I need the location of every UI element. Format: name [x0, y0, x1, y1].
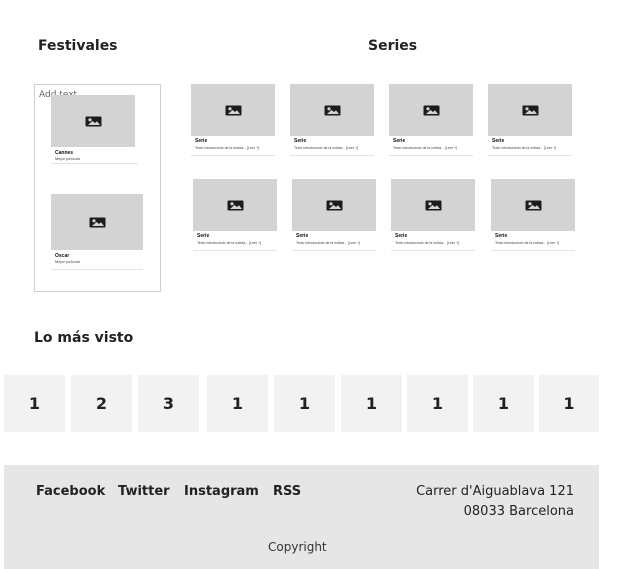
series-thumb — [491, 179, 575, 231]
footer-link-twitter[interactable]: Twitter — [118, 484, 170, 499]
series-title: Serie — [495, 233, 508, 239]
ranking-number: 1 — [431, 394, 444, 413]
series-title: Serie — [395, 233, 408, 239]
series-heading: Series — [368, 38, 418, 54]
series-desc: Texto introductorio de la noticia... [Le… — [294, 146, 359, 150]
series-caption: Serie Texto introductorio de la noticia.… — [290, 136, 374, 156]
series-desc: Texto introductorio de la noticia... [Le… — [296, 241, 361, 245]
series-card[interactable]: Serie Texto introductorio de la noticia.… — [292, 179, 376, 251]
image-icon — [522, 105, 538, 115]
series-card[interactable]: Serie Texto introductorio de la noticia.… — [391, 179, 475, 251]
festival-desc: Mejor película — [55, 156, 80, 161]
festival-desc: Mejor película — [55, 259, 80, 264]
image-icon — [225, 105, 241, 115]
series-thumb — [391, 179, 475, 231]
image-icon — [324, 105, 340, 115]
series-desc: Texto introductorio de la noticia... [Le… — [197, 241, 262, 245]
ranking-number: 3 — [162, 394, 175, 413]
ranking-tile[interactable]: 1 — [407, 375, 468, 432]
festivales-heading: Festivales — [38, 38, 118, 54]
ranking-tile[interactable]: 1 — [207, 375, 268, 432]
image-icon — [326, 200, 342, 210]
series-card[interactable]: Serie Texto introductorio de la noticia.… — [389, 84, 473, 156]
festivales-panel: Add text Cannes Mejor película Oscar Mej… — [34, 84, 161, 292]
series-thumb — [193, 179, 277, 231]
series-title: Serie — [294, 138, 307, 144]
ranking-number: 1 — [497, 394, 510, 413]
festival-card-cannes[interactable]: Cannes Mejor película — [51, 95, 138, 167]
series-caption: Serie Texto introductorio de la noticia.… — [389, 136, 473, 156]
series-thumb — [292, 179, 376, 231]
ranking-number: 2 — [95, 394, 108, 413]
ranking-number: 1 — [365, 394, 378, 413]
series-caption: Serie Texto introductorio de la noticia.… — [292, 231, 376, 251]
lo-mas-visto-heading: Lo más visto — [34, 330, 134, 346]
ranking-tile[interactable]: 2 — [71, 375, 132, 432]
series-caption: Serie Texto introductorio de la noticia.… — [191, 136, 275, 156]
series-desc: Texto introductorio de la noticia... [Le… — [393, 146, 458, 150]
series-desc: Texto introductorio de la noticia... [Le… — [492, 146, 557, 150]
series-thumb — [488, 84, 572, 136]
ranking-number: 1 — [231, 394, 244, 413]
series-card[interactable]: Serie Texto introductorio de la noticia.… — [290, 84, 374, 156]
ranking-number: 1 — [28, 394, 41, 413]
series-title: Serie — [296, 233, 309, 239]
series-card[interactable]: Serie Texto introductorio de la noticia.… — [191, 84, 275, 156]
series-title: Serie — [492, 138, 505, 144]
series-thumb — [389, 84, 473, 136]
series-caption: Serie Texto introductorio de la noticia.… — [488, 136, 572, 156]
footer-link-facebook[interactable]: Facebook — [36, 484, 105, 499]
series-thumb — [191, 84, 275, 136]
footer: Facebook Twitter Instagram RSS Carrer d'… — [4, 465, 599, 569]
series-thumb — [290, 84, 374, 136]
image-icon — [227, 200, 243, 210]
image-icon — [525, 200, 541, 210]
festival-caption: Cannes Mejor película — [51, 147, 138, 164]
ranking-tile[interactable]: 1 — [539, 375, 599, 432]
series-caption: Serie Texto introductorio de la noticia.… — [491, 231, 575, 251]
series-desc: Texto introductorio de la noticia... [Le… — [495, 241, 560, 245]
footer-link-rss[interactable]: RSS — [273, 484, 301, 499]
ranking-tile[interactable]: 1 — [341, 375, 402, 432]
series-caption: Serie Texto introductorio de la noticia.… — [193, 231, 277, 251]
image-icon — [85, 116, 101, 126]
image-icon — [423, 105, 439, 115]
series-card[interactable]: Serie Texto introductorio de la noticia.… — [488, 84, 572, 156]
series-desc: Texto introductorio de la noticia... [Le… — [195, 146, 260, 150]
image-icon — [89, 217, 105, 227]
series-card[interactable]: Serie Texto introductorio de la noticia.… — [491, 179, 575, 251]
series-desc: Texto introductorio de la noticia... [Le… — [395, 241, 460, 245]
festival-thumb — [51, 95, 135, 147]
festival-thumb — [51, 194, 143, 250]
address-line-1: Carrer d'Aiguablava 121 — [416, 484, 574, 499]
ranking-tile[interactable]: 1 — [4, 375, 65, 432]
series-caption: Serie Texto introductorio de la noticia.… — [391, 231, 475, 251]
festival-caption: Oscar Mejor película — [51, 250, 143, 270]
ranking-tile[interactable]: 1 — [473, 375, 534, 432]
ranking-tile[interactable]: 1 — [274, 375, 335, 432]
ranking-number: 1 — [298, 394, 311, 413]
series-title: Serie — [393, 138, 406, 144]
address-line-2: 08033 Barcelona — [463, 504, 574, 519]
series-title: Serie — [195, 138, 208, 144]
festival-card-oscar[interactable]: Oscar Mejor película — [51, 194, 143, 272]
footer-address: Carrer d'Aiguablava 121 08033 Barcelona — [416, 482, 574, 522]
footer-link-instagram[interactable]: Instagram — [184, 484, 259, 499]
footer-copyright: Copyright — [268, 540, 327, 554]
series-card[interactable]: Serie Texto introductorio de la noticia.… — [193, 179, 277, 251]
ranking-number: 1 — [563, 394, 575, 413]
series-title: Serie — [197, 233, 210, 239]
image-icon — [425, 200, 441, 210]
ranking-tile[interactable]: 3 — [138, 375, 199, 432]
